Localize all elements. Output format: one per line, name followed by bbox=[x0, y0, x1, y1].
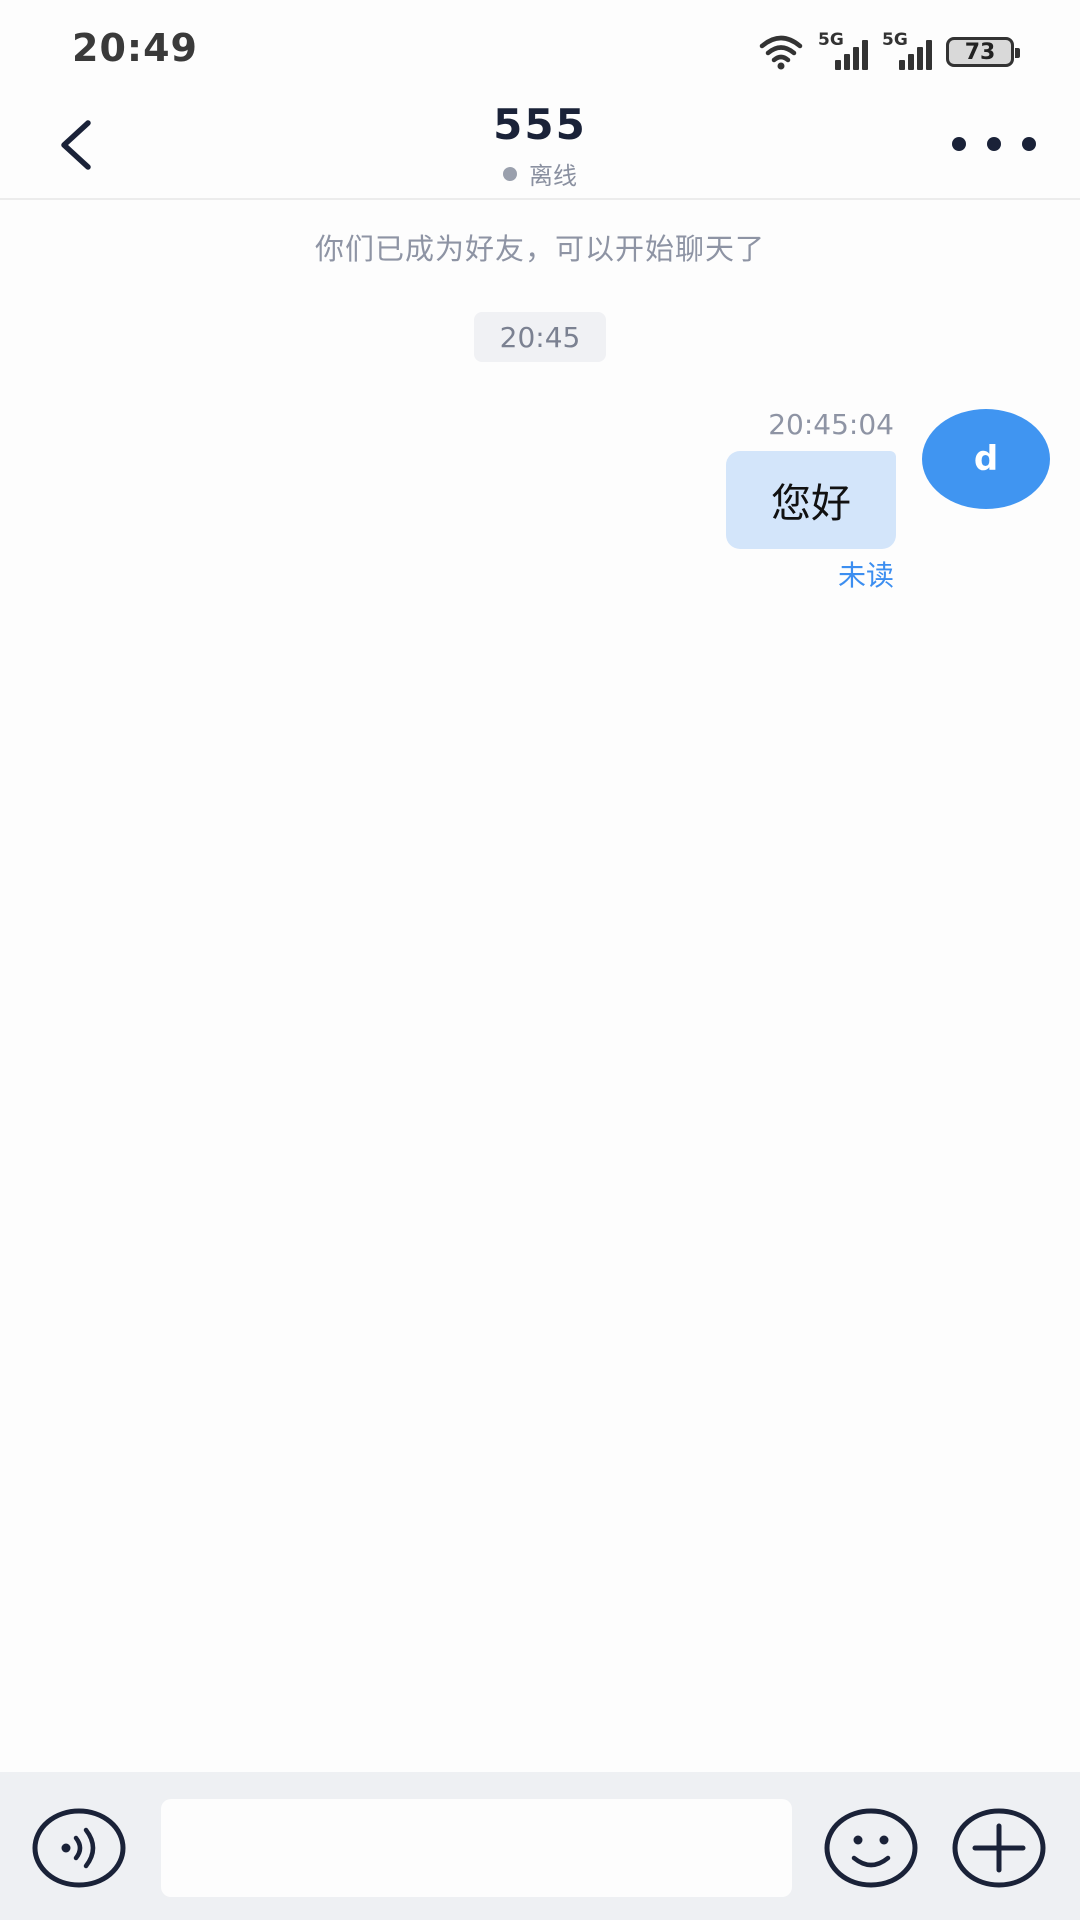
more-horizontal-icon bbox=[952, 137, 966, 151]
read-status: 未读 bbox=[837, 559, 894, 592]
contact-name: 555 bbox=[493, 100, 587, 149]
avatar[interactable]: d bbox=[922, 409, 1050, 509]
signal-icon: 5G bbox=[818, 30, 868, 70]
emoji-icon bbox=[824, 1808, 918, 1888]
emoji-button[interactable] bbox=[824, 1808, 918, 1888]
presence-status: 离线 bbox=[0, 156, 1080, 191]
more-options-button[interactable] bbox=[952, 122, 1036, 166]
message-bubble[interactable]: 您好 bbox=[726, 451, 896, 549]
voice-icon bbox=[32, 1808, 126, 1888]
system-notice: 你们已成为好友，可以开始聊天了 bbox=[314, 232, 765, 266]
battery-icon: 73 bbox=[946, 37, 1020, 67]
message-time: 20:45:04 bbox=[768, 408, 894, 441]
plus-icon bbox=[952, 1808, 1046, 1888]
presence-dot-icon bbox=[503, 166, 517, 181]
chat-screen: 20:49 5G 5G 73 555 离线 你们已成为好友，可以开始聊天了 20… bbox=[0, 0, 1080, 1920]
more-dot bbox=[987, 137, 1001, 151]
presence-label: 离线 bbox=[529, 162, 577, 190]
voice-button[interactable] bbox=[32, 1808, 126, 1888]
status-time: 20:49 bbox=[72, 26, 198, 70]
input-bar bbox=[0, 1772, 1080, 1920]
wifi-icon bbox=[758, 34, 804, 70]
plus-button[interactable] bbox=[952, 1808, 1046, 1888]
message-input[interactable] bbox=[161, 1799, 792, 1897]
status-icons: 5G 5G 73 bbox=[758, 30, 1020, 70]
time-divider: 20:45 bbox=[474, 312, 606, 362]
network-type-label: 5G bbox=[882, 30, 908, 50]
signal-icon: 5G bbox=[882, 30, 932, 70]
battery-level: 73 bbox=[964, 39, 996, 65]
network-type-label: 5G bbox=[818, 30, 844, 50]
more-dot bbox=[1022, 137, 1036, 151]
chat-header: 555 离线 bbox=[0, 100, 1080, 200]
status-bar: 20:49 5G 5G 73 bbox=[0, 0, 1080, 100]
